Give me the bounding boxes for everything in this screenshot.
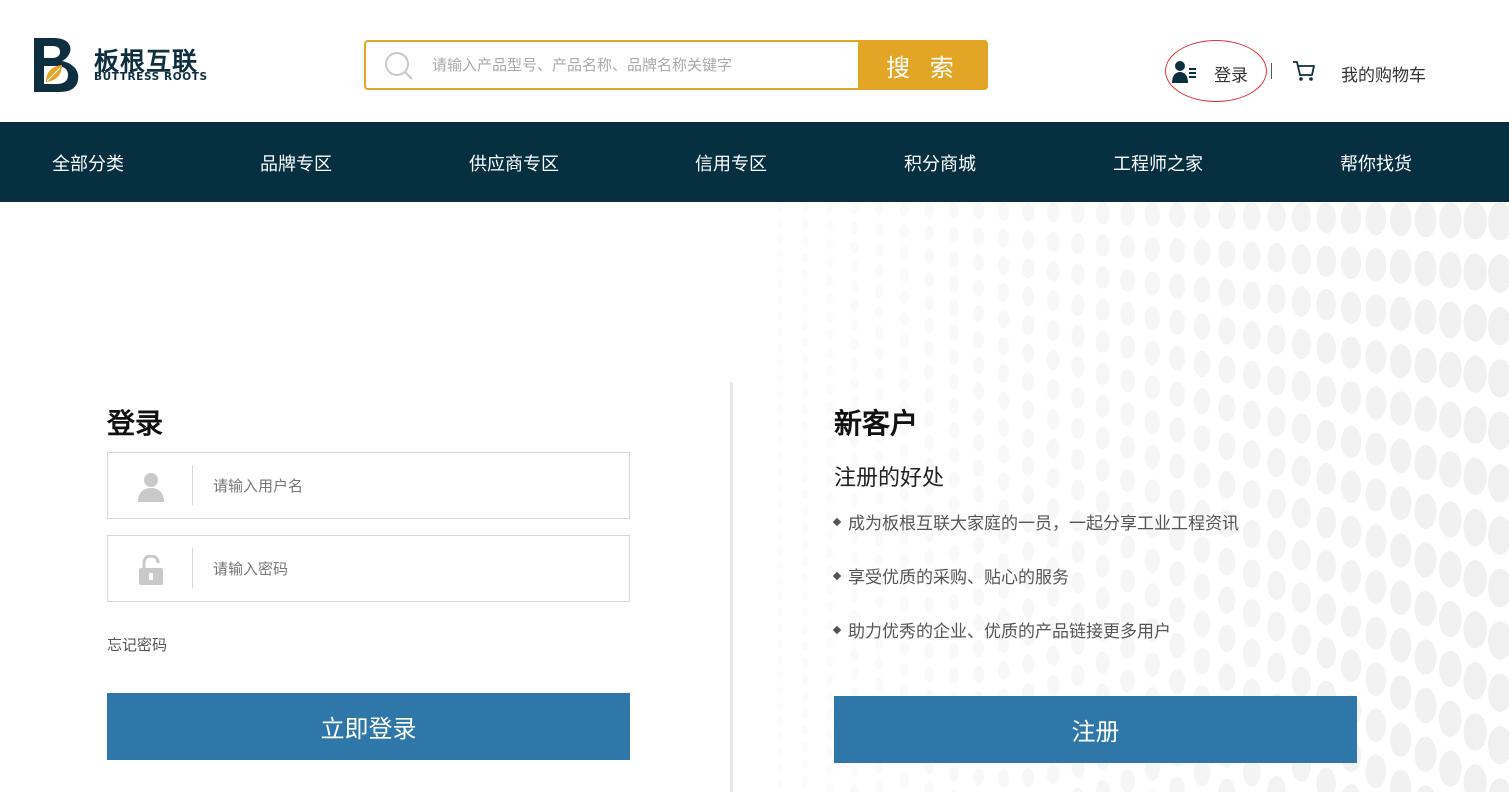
diamond-bullet-icon [832, 517, 842, 527]
user-icon [138, 473, 164, 502]
diamond-bullet-icon [832, 571, 842, 581]
username-input[interactable] [213, 453, 613, 518]
user-card-icon [1172, 61, 1196, 83]
field-divider [192, 465, 193, 505]
benefit-text: 助力优秀的企业、优质的产品链接更多用户 [848, 622, 1171, 642]
register-button[interactable]: 注册 [834, 696, 1357, 763]
logo[interactable]: 板根互联 BUTTRESS ROOTS [32, 38, 232, 94]
shopping-cart-icon[interactable] [1292, 60, 1316, 82]
forgot-password-link[interactable]: 忘记密码 [107, 634, 167, 655]
search-icon [385, 52, 413, 80]
user-login-area[interactable]: 登录 [1165, 40, 1275, 102]
register-subtitle: 注册的好处 [834, 466, 945, 491]
panel-divider [730, 382, 733, 792]
main-nav: 全部分类 品牌专区 供应商专区 信用专区 积分商城 工程师之家 帮你找货 [0, 122, 1509, 202]
diamond-bullet-icon [832, 625, 842, 635]
login-submit-button[interactable]: 立即登录 [107, 693, 630, 760]
search-button[interactable]: 搜 索 [858, 40, 988, 90]
nav-item-all-categories[interactable]: 全部分类 [52, 150, 124, 176]
search-bar: 搜 索 [364, 40, 988, 90]
login-title: 登录 [107, 407, 164, 440]
site-header: 板根互联 BUTTRESS ROOTS 搜 索 登录 我的购物车 [0, 0, 1509, 122]
search-input[interactable] [432, 42, 852, 88]
benefit-item: 助力优秀的企业、优质的产品链接更多用户 [832, 617, 1171, 642]
logo-text-en: BUTTRESS ROOTS [94, 71, 208, 83]
nav-item-credit[interactable]: 信用专区 [695, 150, 767, 176]
nav-item-suppliers[interactable]: 供应商专区 [469, 150, 559, 176]
benefit-text: 成为板根互联大家庭的一员，一起分享工业工程资讯 [848, 514, 1239, 534]
nav-item-find-goods[interactable]: 帮你找货 [1340, 150, 1412, 176]
register-title: 新客户 [834, 407, 919, 440]
benefit-item: 享受优质的采购、贴心的服务 [832, 563, 1069, 588]
logo-mark-icon [34, 38, 79, 92]
header-login-link[interactable]: 登录 [1214, 61, 1248, 86]
field-divider [192, 548, 193, 588]
benefit-text: 享受优质的采购、贴心的服务 [848, 568, 1069, 588]
password-field [107, 535, 630, 602]
username-field [107, 452, 630, 519]
password-input[interactable] [213, 536, 613, 601]
cart-link[interactable]: 我的购物车 [1341, 61, 1426, 86]
header-separator [1271, 63, 1272, 79]
nav-item-engineers[interactable]: 工程师之家 [1113, 150, 1203, 176]
benefit-item: 成为板根互联大家庭的一员，一起分享工业工程资讯 [832, 509, 1239, 534]
nav-item-brands[interactable]: 品牌专区 [260, 150, 332, 176]
nav-item-points-mall[interactable]: 积分商城 [904, 150, 976, 176]
lock-icon [139, 555, 163, 585]
